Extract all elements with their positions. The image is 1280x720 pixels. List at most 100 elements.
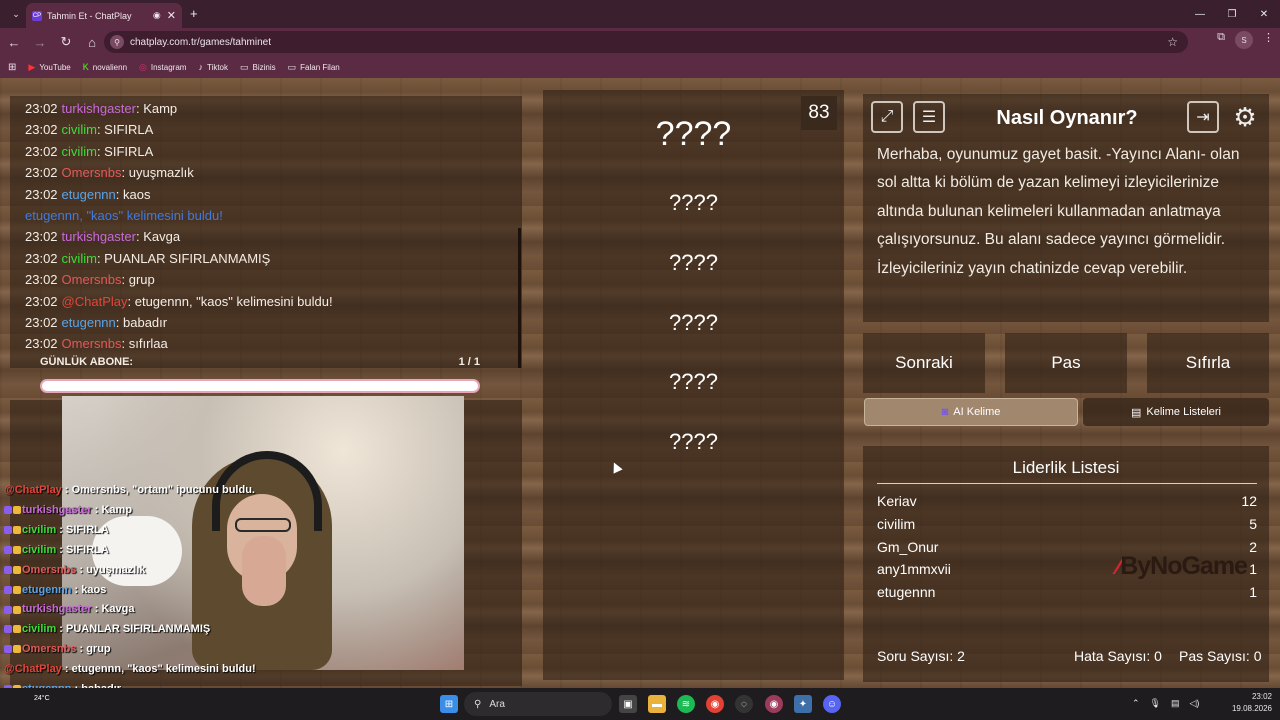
minimize-icon[interactable]: — [1184,0,1216,28]
windows-start-icon[interactable]: ⊞ [440,695,458,713]
overlay-chat-message: Omersnbs : grup [4,640,464,660]
spotify-icon[interactable]: ≋ [677,695,695,713]
task-view-icon[interactable]: ▣ [619,695,637,713]
tab-ai-word[interactable]: ◙ AI Kelime [864,398,1078,426]
tiktok-icon: ♪ [198,62,203,72]
badge-icon [4,625,12,634]
chat-text: : SIFIRLA [96,143,154,159]
chat-message: 23:02 etugennn: babadır [25,312,522,333]
question-count: Soru Sayısı: 2 [877,648,965,664]
discord-icon[interactable]: ☺ [823,695,841,713]
stream-chat-overlay: @ChatPlay : Omersnbs, "ortam" ipucunu bu… [4,481,464,720]
extensions-icon[interactable]: ⧉ [1217,31,1225,49]
close-window-icon[interactable]: ✕ [1248,0,1280,28]
chat-message: 23:02 civilim: SIFIRLA [25,141,522,162]
overlay-username: civilim [22,523,57,536]
chat-timestamp: 23:02 [25,101,58,116]
badge-icon [13,585,21,594]
chat-timestamp: 23:02 [25,336,58,352]
chat-message: 23:02 Omersnbs: grup [25,269,522,290]
badge-icon [13,645,21,654]
pass-button[interactable]: Pas [1005,333,1127,393]
chat-username[interactable]: @ChatPlay [62,294,128,309]
chat-username[interactable]: turkishgaster [62,229,136,244]
bookmark-youtube[interactable]: ▶ YouTube [28,62,70,73]
reload-icon[interactable]: ↻ [54,30,78,54]
system-tray: ⌃ 🎙︎ ▤ ◁) [1132,698,1199,709]
close-tab-icon[interactable]: ✕ [167,9,176,22]
chat-username[interactable]: civilim [62,144,97,159]
chat-timestamp: 23:02 [25,165,58,181]
overlay-text: : SIFIRLA [56,523,109,536]
overlay-text: : Omersnbs, "ortam" ipucunu buldu. [61,484,255,496]
audio-playing-icon[interactable]: ◉ [153,10,161,21]
browser-menu-icon[interactable]: ⋮ [1263,31,1274,49]
bookmark-tiktok[interactable]: ♪ Tiktok [198,62,228,72]
bynogame-watermark-logo: ⁄ByNoGame [1117,552,1248,580]
chat-text: : etugennn, "kaos" kelimesini buldu! [127,293,333,309]
app-icon[interactable]: ✦ [794,695,812,713]
folder-icon: ▭ [240,61,249,72]
badge-icon [13,525,21,534]
overlay-text: : SIFIRLA [56,543,109,556]
chat-message: 23:02 turkishgaster: Kamp [25,98,522,119]
tab-list-icon[interactable]: ⌄ [4,2,28,26]
chat-username[interactable]: civilim [62,122,97,137]
chrome-profile-icon[interactable]: ◉ [765,695,783,713]
fullscreen-icon[interactable]: ⤢ [871,101,903,133]
overlay-username: Omersnbs [22,643,77,656]
chat-username[interactable]: Omersnbs [62,165,122,180]
address-bar[interactable]: ⚲ chatplay.com.tr/games/tahminet ☆ [104,31,1188,53]
bookmark-folder-bizinis[interactable]: ▭ Bizinis [240,62,276,73]
chat-timestamp: 23:02 [25,229,58,245]
chrome-icon[interactable]: ◉ [706,695,724,713]
microphone-icon[interactable]: 🎙︎ [1150,698,1161,709]
bookmarks-bar: ⊞ ▶ YouTube Knovalienn ◎ Instagram ♪ Tiktok… [0,56,1280,78]
leaderboard-divider [877,483,1257,484]
bookmark-folder-falan-filan[interactable]: ▭ Falan Filan [288,62,340,73]
volume-icon[interactable]: ◁) [1190,698,1200,709]
chat-timestamp: 23:02 [25,272,58,288]
browser-tab[interactable]: CP Tahmin Et - ChatPlay ◉ ✕ [26,3,182,28]
tray-overflow-icon[interactable]: ⌃ [1132,698,1140,709]
network-icon[interactable]: ▤ [1171,698,1180,709]
bookmark-star-icon[interactable]: ☆ [1167,35,1178,49]
chat-scrollbar[interactable] [518,228,521,368]
apps-grid-icon[interactable]: ⊞ [8,62,16,73]
site-info-icon[interactable]: ⚲ [110,35,124,49]
chat-username[interactable]: turkishgaster [62,101,136,116]
clock[interactable]: 23:02 19.08.2026 [1232,691,1272,715]
overlay-username: etugennn [22,583,72,596]
chat-username[interactable]: civilim [62,251,97,266]
taskbar-search[interactable]: ⚲ Ara [464,692,612,716]
weather-widget[interactable]: 24°C [34,694,50,703]
overlay-chat-message: etugennn : kaos [4,581,464,601]
next-button[interactable]: Sonraki [863,333,985,393]
bookmark-novalienn[interactable]: Knovalienn [83,62,127,72]
notes-icon[interactable]: ☰ [913,101,945,133]
file-explorer-icon[interactable]: ▬ [648,695,666,713]
reset-button[interactable]: Sıfırla [1147,333,1269,393]
back-icon[interactable]: ← [2,30,26,54]
chat-text: : SIFIRLA [96,122,154,138]
profile-avatar[interactable]: S [1235,31,1253,49]
tab-word-lists[interactable]: ▤ Kelime Listeleri [1083,398,1269,426]
restore-icon[interactable]: ❐ [1216,0,1248,28]
folder-icon: ▭ [287,61,297,72]
new-tab-icon[interactable]: + [190,6,198,21]
settings-gear-icon[interactable]: ⚙ [1229,101,1261,133]
overlay-chat-message: civilim : SIFIRLA [4,521,464,541]
chat-username[interactable]: Omersnbs [62,336,122,351]
forward-icon[interactable]: → [28,30,52,54]
tab-title: Tahmin Et - ChatPlay [47,10,132,21]
chat-username[interactable]: etugennn [62,315,116,330]
chat-username[interactable]: Omersnbs [62,272,122,287]
chat-message: etugennn, "kaos" kelimesini buldu! [25,205,522,226]
exit-icon[interactable]: ⇥ [1187,101,1219,133]
youtube-icon: ▶ [28,61,36,72]
chat-username[interactable]: etugennn [62,187,116,202]
chat-text: : babadır [115,315,168,331]
home-icon[interactable]: ⌂ [80,30,104,54]
obs-icon[interactable]: ◌ [735,695,753,713]
bookmark-instagram[interactable]: ◎ Instagram [139,62,186,73]
